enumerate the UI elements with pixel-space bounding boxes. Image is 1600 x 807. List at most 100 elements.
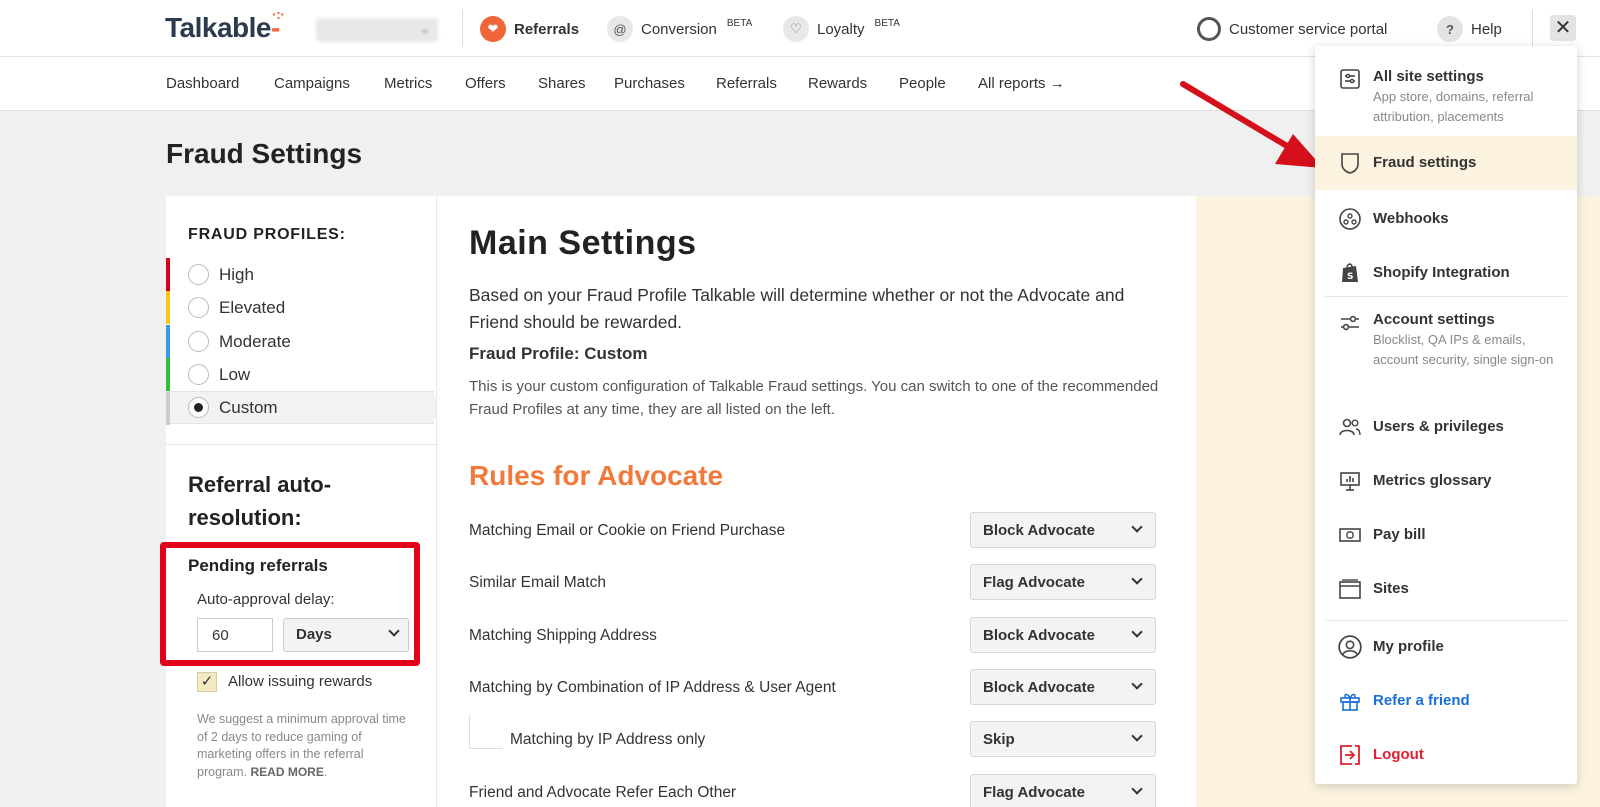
gift-icon bbox=[1337, 688, 1363, 714]
profile-label: Custom bbox=[219, 397, 278, 417]
rule-row: Friend and Advocate Refer Each Other Fla… bbox=[469, 774, 1181, 807]
rule-label: Matching Email or Cookie on Friend Purch… bbox=[469, 522, 786, 539]
radio-button[interactable] bbox=[188, 364, 209, 385]
rule-label: Friend and Advocate Refer Each Other bbox=[469, 784, 737, 801]
menu-divider bbox=[1325, 620, 1567, 621]
rule-row-nested: Matching by IP Address only Skip bbox=[469, 715, 1181, 759]
rule-action-select[interactable]: Block Advocate bbox=[970, 617, 1156, 653]
profile-label: Low bbox=[219, 364, 251, 384]
menu-item-title: All site settings bbox=[1373, 68, 1484, 85]
approval-suggestion-text: We suggest a minimum approval time of 2 … bbox=[197, 712, 406, 779]
menu-item-account-settings[interactable]: Account settings Blocklist, QA IPs & ema… bbox=[1315, 300, 1577, 394]
rule-action-select[interactable]: Block Advocate bbox=[970, 512, 1156, 548]
svg-text:S: S bbox=[1347, 272, 1353, 282]
menu-item-title: My profile bbox=[1373, 638, 1444, 655]
menu-item-description: App store, domains, referral attribution… bbox=[1373, 89, 1534, 124]
profile-color-bar bbox=[166, 325, 170, 358]
radio-button[interactable] bbox=[188, 331, 209, 352]
chevron-down-icon bbox=[1131, 678, 1143, 690]
menu-item-description: Blocklist, QA IPs & emails, account secu… bbox=[1373, 332, 1554, 367]
at-sign-icon: @ bbox=[607, 16, 633, 42]
shopify-bag-icon: S bbox=[1337, 260, 1363, 286]
subnav-campaigns[interactable]: Campaigns bbox=[274, 75, 350, 92]
menu-item-pay-bill[interactable]: Pay bill bbox=[1315, 510, 1577, 562]
rule-action-select[interactable]: Block Advocate bbox=[970, 669, 1156, 705]
subnav-rewards[interactable]: Rewards bbox=[808, 75, 867, 92]
menu-item-title: Account settings bbox=[1373, 311, 1495, 328]
nav-loyalty-label: Loyalty bbox=[817, 20, 865, 38]
radio-button-selected[interactable] bbox=[188, 397, 209, 418]
close-icon[interactable]: ✕ bbox=[1550, 15, 1576, 41]
fraud-profiles-heading: FRAUD PROFILES: bbox=[188, 226, 346, 243]
rule-action-select[interactable]: Flag Advocate bbox=[970, 774, 1156, 807]
read-more-link[interactable]: READ MORE bbox=[251, 765, 324, 779]
subnav-people[interactable]: People bbox=[899, 75, 946, 92]
profile-moderate[interactable]: Moderate bbox=[166, 325, 434, 358]
profile-custom[interactable]: Custom bbox=[166, 391, 442, 425]
menu-item-title: Shopify Integration bbox=[1373, 264, 1510, 281]
subnav-offers[interactable]: Offers bbox=[465, 75, 506, 92]
menu-item-logout[interactable]: Logout bbox=[1315, 730, 1577, 782]
settings-dropdown-menu: All site settings App store, domains, re… bbox=[1315, 46, 1577, 784]
profile-low[interactable]: Low bbox=[166, 358, 434, 391]
menu-item-sites[interactable]: Sites bbox=[1315, 564, 1577, 616]
divider bbox=[462, 10, 463, 46]
menu-item-metrics-glossary[interactable]: Metrics glossary bbox=[1315, 456, 1577, 508]
allow-issuing-rewards-checkbox[interactable]: ✓ bbox=[197, 672, 217, 692]
help-link[interactable]: ? Help bbox=[1437, 15, 1502, 43]
chevron-down-icon bbox=[1131, 573, 1143, 585]
customer-service-link[interactable]: Customer service portal bbox=[1197, 15, 1387, 43]
rule-row: Matching by Combination of IP Address & … bbox=[469, 669, 1181, 707]
lifebuoy-icon bbox=[1197, 17, 1221, 41]
talkable-logo[interactable]: Talkable- ·:· bbox=[165, 6, 285, 44]
menu-item-users-privileges[interactable]: Users & privileges bbox=[1315, 402, 1577, 454]
banknote-icon bbox=[1337, 522, 1363, 548]
menu-item-all-site-settings[interactable]: All site settings App store, domains, re… bbox=[1315, 52, 1577, 132]
fraud-profile-title: Fraud Profile: Custom bbox=[469, 344, 648, 363]
subnav-purchases[interactable]: Purchases bbox=[614, 75, 685, 92]
rule-row: Matching Email or Cookie on Friend Purch… bbox=[469, 512, 1181, 550]
menu-item-shopify-integration[interactable]: S Shopify Integration bbox=[1315, 248, 1577, 300]
menu-item-title: Webhooks bbox=[1373, 210, 1449, 227]
chevron-down-icon: ⌄ bbox=[419, 21, 430, 36]
nav-loyalty[interactable]: ♡ Loyalty BETA bbox=[783, 15, 900, 43]
menu-item-refer-a-friend[interactable]: Refer a friend bbox=[1315, 676, 1577, 728]
site-selector[interactable]: ⌄ bbox=[316, 18, 438, 42]
subnav-referrals[interactable]: Referrals bbox=[716, 75, 777, 92]
subnav-shares[interactable]: Shares bbox=[538, 75, 586, 92]
subnav-metrics[interactable]: Metrics bbox=[384, 75, 432, 92]
menu-item-title: Pay bill bbox=[1373, 526, 1426, 543]
menu-item-title: Metrics glossary bbox=[1373, 472, 1492, 489]
subnav-all-reports[interactable]: All reports → bbox=[978, 75, 1065, 92]
menu-item-webhooks[interactable]: Webhooks bbox=[1315, 194, 1577, 246]
nav-referrals[interactable]: ❤ Referrals bbox=[480, 15, 579, 43]
subnav-dashboard[interactable]: Dashboard bbox=[166, 75, 239, 92]
referrals-icon: ❤ bbox=[480, 16, 506, 42]
question-icon: ? bbox=[1437, 16, 1463, 42]
menu-item-fraud-settings[interactable]: Fraud settings bbox=[1315, 136, 1577, 190]
menu-item-title: Users & privileges bbox=[1373, 418, 1504, 435]
profile-elevated[interactable]: Elevated bbox=[166, 291, 434, 324]
divider bbox=[1532, 10, 1533, 46]
rule-label: Matching by IP Address only bbox=[510, 731, 706, 748]
menu-item-title: Sites bbox=[1373, 580, 1409, 597]
chevron-down-icon bbox=[1131, 521, 1143, 533]
shield-icon bbox=[1337, 150, 1363, 176]
radio-button[interactable] bbox=[188, 264, 209, 285]
sliders-icon bbox=[1337, 310, 1363, 336]
window-icon bbox=[1337, 576, 1363, 602]
radio-button[interactable] bbox=[188, 297, 209, 318]
profile-high[interactable]: High bbox=[166, 258, 434, 291]
nav-referrals-label: Referrals bbox=[514, 20, 580, 38]
rule-label: Matching Shipping Address bbox=[469, 627, 657, 644]
rule-action-select[interactable]: Skip bbox=[970, 721, 1156, 757]
annotation-highlight-box bbox=[160, 542, 420, 666]
menu-item-my-profile[interactable]: My profile bbox=[1315, 622, 1577, 674]
main-settings-panel: Main Settings Based on your Fraud Profil… bbox=[436, 196, 1196, 807]
rule-action-select[interactable]: Flag Advocate bbox=[970, 564, 1156, 600]
chevron-down-icon bbox=[1131, 730, 1143, 742]
rule-action-value: Block Advocate bbox=[983, 522, 1095, 539]
profile-color-bar bbox=[166, 392, 170, 425]
auto-resolution-heading: Referral auto-resolution: bbox=[188, 472, 332, 530]
nav-conversion[interactable]: @ Conversion BETA bbox=[607, 15, 752, 43]
